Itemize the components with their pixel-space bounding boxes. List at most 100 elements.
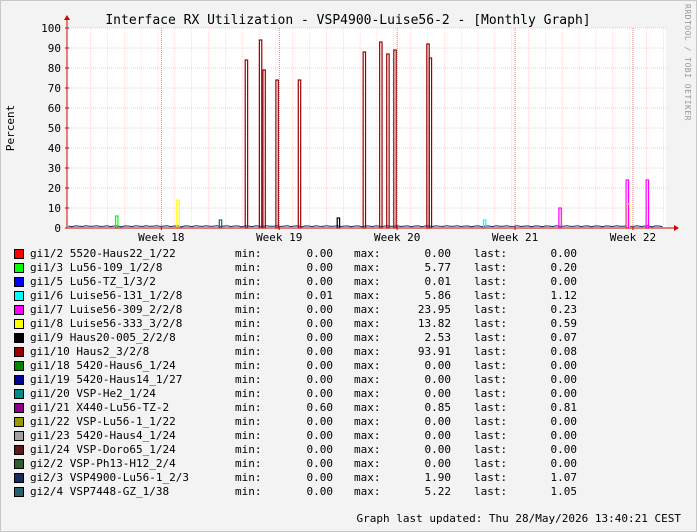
x-tick-label: Week 21	[492, 231, 538, 244]
legend-series-name: gi1/5 Lu56-TZ_1/3/2	[30, 275, 156, 288]
legend-last-value: 0.00	[550, 247, 578, 260]
legend-series-name: gi1/8 Luise56-333_3/2/8	[30, 317, 183, 330]
legend-last-label: last:	[474, 303, 508, 316]
legend-max-label: max:	[354, 429, 381, 442]
legend-swatch	[14, 459, 24, 469]
legend-min-label: min:	[235, 359, 262, 372]
legend-max-value: 0.00	[424, 457, 452, 470]
legend-max-label: max:	[354, 485, 381, 498]
last-updated: Graph last updated: Thu 28/May/2026 13:4…	[356, 512, 681, 525]
legend-min-value: 0.00	[306, 275, 334, 288]
legend-last-label: last:	[474, 359, 508, 372]
legend-swatch	[14, 361, 24, 371]
legend-last-label: last:	[474, 443, 508, 456]
legend-min-value: 0.00	[306, 443, 334, 456]
legend-min-value: 0.00	[306, 247, 334, 260]
legend-series-name: gi1/23 5420-Haus4_1/24	[30, 429, 176, 442]
legend-max-value: 5.77	[424, 261, 452, 274]
legend-min-label: min:	[235, 317, 262, 330]
legend-min-label: min:	[235, 401, 262, 414]
legend-min-value: 0.60	[306, 401, 334, 414]
legend-swatch	[14, 403, 24, 413]
legend-min-value: 0.01	[306, 289, 334, 302]
legend-swatch	[14, 473, 24, 483]
legend-min-value: 0.00	[306, 303, 334, 316]
legend-min-label: min:	[235, 471, 262, 484]
legend-min-value: 0.00	[306, 345, 334, 358]
legend-last-value: 0.00	[550, 373, 578, 386]
legend-series-name: gi1/24 VSP-Doro65_1/24	[30, 443, 176, 456]
legend-max-label: max:	[354, 457, 381, 470]
legend-min-value: 0.00	[306, 331, 334, 344]
y-tick-label: 90	[48, 42, 61, 55]
legend-min-value: 0.00	[306, 387, 334, 400]
legend-max-label: max:	[354, 317, 381, 330]
legend-last-value: 0.08	[550, 345, 578, 358]
rrdtool-watermark: RRDTOOL / TOBI OETIKER	[683, 4, 692, 121]
legend-last-label: last:	[474, 387, 508, 400]
legend-max-value: 0.00	[424, 247, 452, 260]
legend-min-value: 0.00	[306, 261, 334, 274]
legend-series-name: gi2/3 VSP4900-Lu56-1_2/3	[30, 471, 189, 484]
legend-swatch	[14, 333, 24, 343]
legend-max-label: max:	[354, 387, 381, 400]
legend-series-name: gi1/20 VSP-He2_1/24	[30, 387, 156, 400]
legend-min-label: min:	[235, 303, 262, 316]
legend-max-value: 5.86	[424, 289, 452, 302]
legend-last-label: last:	[474, 275, 508, 288]
legend-series-name: gi2/2 VSP-Ph13-H12_2/4	[30, 457, 176, 470]
y-tick-label: 70	[48, 82, 61, 95]
plot-area	[67, 28, 666, 228]
legend-min-value: 0.00	[306, 415, 334, 428]
legend-last-label: last:	[474, 457, 508, 470]
legend-series-name: gi1/22 VSP-Lu56-1_1/22	[30, 415, 176, 428]
legend-max-value: 0.00	[424, 415, 452, 428]
legend-last-label: last:	[474, 345, 508, 358]
y-axis-arrow	[64, 15, 70, 20]
legend-max-label: max:	[354, 275, 381, 288]
legend-max-value: 0.00	[424, 387, 452, 400]
legend-series-name: gi1/21 X440-Lu56-TZ-2	[30, 401, 170, 414]
legend-last-value: 1.07	[550, 471, 578, 484]
legend-max-value: 13.82	[417, 317, 451, 330]
legend-last-value: 0.07	[550, 331, 578, 344]
legend-last-label: last:	[474, 317, 508, 330]
legend-max-label: max:	[354, 373, 381, 386]
x-axis-arrow	[674, 225, 679, 231]
legend-max-label: max:	[354, 415, 381, 428]
legend-max-label: max:	[354, 345, 381, 358]
legend-min-label: min:	[235, 247, 262, 260]
y-tick-label: 40	[48, 142, 61, 155]
legend-last-label: last:	[474, 485, 508, 498]
legend-last-label: last:	[474, 289, 508, 302]
legend-series-name: gi1/3 Lu56-109_1/2/8	[30, 261, 163, 274]
legend-max-label: max:	[354, 401, 381, 414]
legend-min-label: min:	[235, 345, 262, 358]
legend-swatch	[14, 347, 24, 357]
legend-series-name: gi1/7 Luise56-309_2/2/8	[30, 303, 183, 316]
legend-min-label: min:	[235, 415, 262, 428]
legend-min-value: 0.00	[306, 317, 334, 330]
legend-swatch	[14, 389, 24, 399]
x-tick-label: Week 19	[256, 231, 302, 244]
legend-last-value: 0.00	[550, 387, 578, 400]
legend-last-value: 0.00	[550, 275, 578, 288]
legend-swatch	[14, 431, 24, 441]
legend-max-label: max:	[354, 247, 381, 260]
legend-max-label: max:	[354, 471, 381, 484]
legend-max-value: 5.22	[424, 485, 452, 498]
legend-max-label: max:	[354, 261, 381, 274]
legend-max-value: 0.00	[424, 373, 452, 386]
legend-last-value: 0.00	[550, 415, 578, 428]
legend-max-label: max:	[354, 359, 381, 372]
x-tick-label: Week 18	[138, 231, 184, 244]
legend-last-value: 0.20	[550, 261, 578, 274]
legend-last-value: 0.00	[550, 443, 578, 456]
legend-min-value: 0.00	[306, 471, 334, 484]
chart-title: Interface RX Utilization - VSP4900-Luise…	[105, 13, 590, 28]
legend-min-value: 0.00	[306, 485, 334, 498]
y-tick-label: 50	[48, 122, 61, 135]
legend-min-value: 0.00	[306, 373, 334, 386]
y-tick-label: 100	[41, 22, 61, 35]
legend-last-label: last:	[474, 373, 508, 386]
